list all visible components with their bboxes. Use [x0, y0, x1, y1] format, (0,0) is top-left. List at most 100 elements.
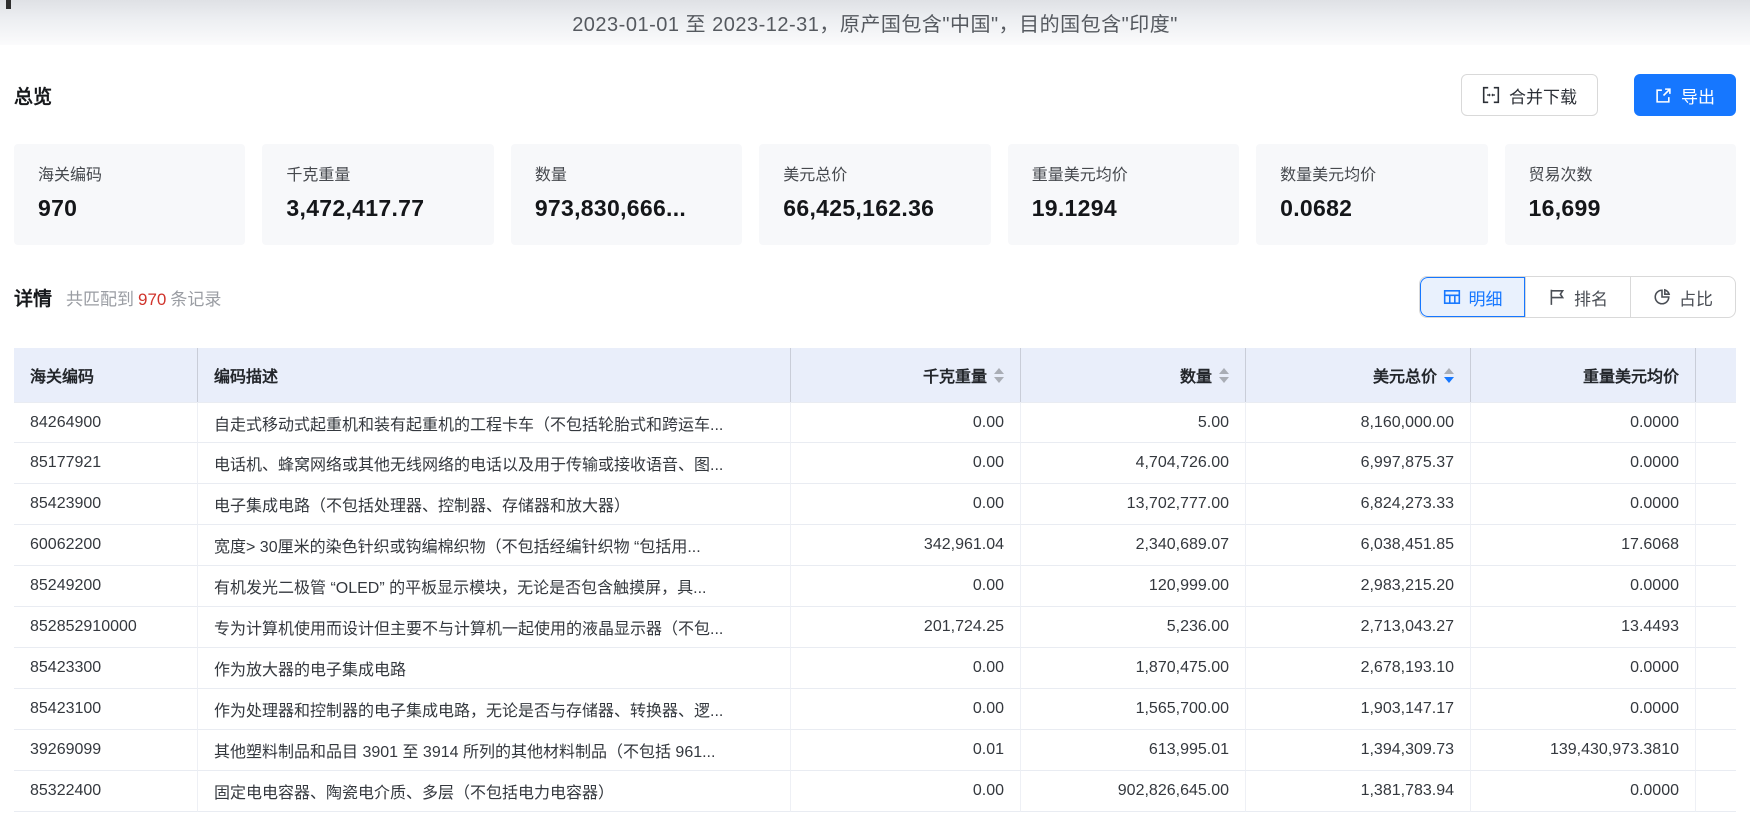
detail-title-group: 详情 共匹配到 970 条记录 — [14, 284, 221, 311]
table-cell-desc: 其他塑料制品和品目 3901 至 3914 所列的其他材料制品（不包括 961.… — [198, 730, 791, 771]
table-cell-desc: 作为放大器的电子集成电路 — [198, 648, 791, 689]
corner-mark — [6, 0, 11, 9]
sort-carets-icon[interactable] — [994, 367, 1004, 383]
stat-card-value: 3,472,417.77 — [286, 195, 425, 221]
column-header-2[interactable]: 千克重量 — [791, 348, 1021, 402]
table-row-7: 85423100 作为处理器和控制器的电子集成电路，无论是否与存储器、转换器、逻.… — [14, 689, 1736, 730]
tab-排名[interactable]: 排名 — [1525, 277, 1630, 317]
merge-download-icon — [1482, 86, 1500, 104]
table-cell-kg: 0.00 — [791, 443, 1021, 484]
table-cell-qty: 1,565,700.00 — [1021, 689, 1246, 730]
merge-download-label: 合并下载 — [1509, 87, 1577, 107]
table-cell-kg-unit-price: 13.4493 — [1471, 607, 1696, 648]
table-cell-code: 39269099 — [14, 730, 198, 771]
table-cell-code: 85249200 — [14, 566, 198, 607]
column-label: 编码描述 — [214, 369, 279, 386]
table-cell-kg: 0.00 — [791, 771, 1021, 812]
sort-desc-icon[interactable] — [994, 376, 1004, 383]
column-header-5: 重量美元均价 — [1471, 348, 1696, 402]
stat-card-value: 973,830,666... — [534, 195, 687, 221]
export-icon — [1655, 87, 1672, 104]
table-cell-usd: 6,997,875.37 — [1246, 443, 1471, 484]
ranking-icon — [1548, 288, 1566, 306]
table-body: 84264900 自走式移动式起重机和装有起重机的工程卡车（不包括轮胎式和跨运车.… — [14, 402, 1736, 812]
table-cell-usd: 1,903,147.17 — [1246, 689, 1471, 730]
table-cell-overflow — [1696, 607, 1736, 648]
table-cell-overflow — [1696, 566, 1736, 607]
table-cell-qty: 120,999.00 — [1021, 566, 1246, 607]
table-cell-desc: 宽度> 30厘米的染色针织或钩编棉织物（不包括经编针织物 “包括用... — [198, 525, 791, 566]
table-cell-overflow — [1696, 443, 1736, 484]
stat-card-4: 重量美元均价 19.1294 — [1007, 144, 1240, 245]
tab-占比[interactable]: 占比 — [1630, 277, 1735, 317]
stat-card-value: 0.0682 — [1280, 195, 1353, 221]
tab-明细[interactable]: 明细 — [1420, 277, 1525, 317]
stat-card-label: 美元总价 — [783, 167, 848, 184]
table-cell-desc: 固定电电容器、陶瓷电介质、多层（不包括电力电容器） — [198, 771, 791, 812]
table-cell-qty: 1,870,475.00 — [1021, 648, 1246, 689]
table-cell-desc: 电话机、蜂窝网络或其他无线网络的电话以及用于传输或接收语音、图... — [198, 443, 791, 484]
stat-card-value: 16,699 — [1528, 195, 1601, 221]
tab-label: 占比 — [1679, 289, 1713, 309]
column-header-overflow — [1696, 348, 1736, 402]
sort-desc-icon[interactable] — [1444, 376, 1454, 383]
query-summary-title: 2023-01-01 至 2023-12-31，原产国包含"中国"，目的国包含"… — [572, 14, 1178, 36]
stat-card-label: 数量 — [534, 167, 567, 184]
page-body: 总览 合并下载 导出 海关编码 970 千克重量 3,472,417.77 数量… — [0, 73, 1750, 812]
table-cell-kg-unit-price: 0.0000 — [1471, 771, 1696, 812]
column-label: 美元总价 — [1372, 369, 1437, 386]
sort-desc-icon[interactable] — [1219, 376, 1229, 383]
sort-asc-icon[interactable] — [1444, 367, 1454, 374]
table-cell-desc: 有机发光二极管 “OLED” 的平板显示模块，无论是否包含触摸屏，具... — [198, 566, 791, 607]
table-cell-qty: 5.00 — [1021, 402, 1246, 443]
table-cell-kg-unit-price: 17.6068 — [1471, 525, 1696, 566]
sort-carets-icon[interactable] — [1219, 367, 1229, 383]
column-header-4[interactable]: 美元总价 — [1246, 348, 1471, 402]
match-record-text: 共匹配到 970 条记录 — [66, 285, 221, 310]
pie-icon — [1653, 288, 1671, 306]
table-cell-code: 85423900 — [14, 484, 198, 525]
table-cell-overflow — [1696, 525, 1736, 566]
table-cell-code: 85423300 — [14, 648, 198, 689]
table-cell-kg-unit-price: 0.0000 — [1471, 689, 1696, 730]
column-header-1: 编码描述 — [198, 348, 791, 402]
table-row-8: 39269099 其他塑料制品和品目 3901 至 3914 所列的其他材料制品（… — [14, 730, 1736, 771]
table-cell-kg: 342,961.04 — [791, 525, 1021, 566]
stat-card-label: 数量美元均价 — [1280, 167, 1377, 184]
table-cell-kg: 0.01 — [791, 730, 1021, 771]
table-icon — [1443, 288, 1461, 306]
match-suffix: 条记录 — [170, 289, 222, 309]
sort-asc-icon[interactable] — [994, 367, 1004, 374]
sort-asc-icon[interactable] — [1219, 367, 1229, 374]
detail-header: 详情 共匹配到 970 条记录 明细 排名 占比 — [14, 276, 1736, 318]
table-cell-kg: 0.00 — [791, 484, 1021, 525]
stat-card-label: 重量美元均价 — [1031, 167, 1128, 184]
table-cell-code: 85177921 — [14, 443, 198, 484]
table-row-0: 84264900 自走式移动式起重机和装有起重机的工程卡车（不包括轮胎式和跨运车.… — [14, 402, 1736, 443]
table-cell-usd: 2,678,193.10 — [1246, 648, 1471, 689]
table-cell-code: 85322400 — [14, 771, 198, 812]
sort-carets-icon[interactable] — [1444, 367, 1454, 383]
table-cell-kg: 0.00 — [791, 689, 1021, 730]
table-cell-kg: 201,724.25 — [791, 607, 1021, 648]
merge-download-button[interactable]: 合并下载 — [1461, 74, 1598, 116]
stat-card-3: 美元总价 66,425,162.36 — [759, 144, 991, 245]
table-cell-usd: 1,381,783.94 — [1246, 771, 1471, 812]
table-cell-kg-unit-price: 0.0000 — [1471, 443, 1696, 484]
overview-buttons: 合并下载 导出 — [1461, 74, 1736, 116]
table-row-3: 60062200 宽度> 30厘米的染色针织或钩编棉织物（不包括经编针织物 “包括… — [14, 525, 1736, 566]
table-cell-overflow — [1696, 402, 1736, 443]
stat-card-0: 海关编码 970 — [14, 144, 246, 245]
table-cell-qty: 613,995.01 — [1021, 730, 1246, 771]
stat-card-value: 19.1294 — [1031, 195, 1117, 221]
table-cell-usd: 8,160,000.00 — [1246, 402, 1471, 443]
export-button[interactable]: 导出 — [1634, 74, 1736, 116]
table-cell-qty: 13,702,777.00 — [1021, 484, 1246, 525]
stat-card-label: 千克重量 — [286, 167, 351, 184]
table-cell-overflow — [1696, 648, 1736, 689]
export-label: 导出 — [1681, 87, 1715, 107]
table-cell-desc: 作为处理器和控制器的电子集成电路，无论是否与存储器、转换器、逻... — [198, 689, 791, 730]
table-cell-kg-unit-price: 0.0000 — [1471, 402, 1696, 443]
column-header-3[interactable]: 数量 — [1021, 348, 1246, 402]
table-cell-overflow — [1696, 689, 1736, 730]
